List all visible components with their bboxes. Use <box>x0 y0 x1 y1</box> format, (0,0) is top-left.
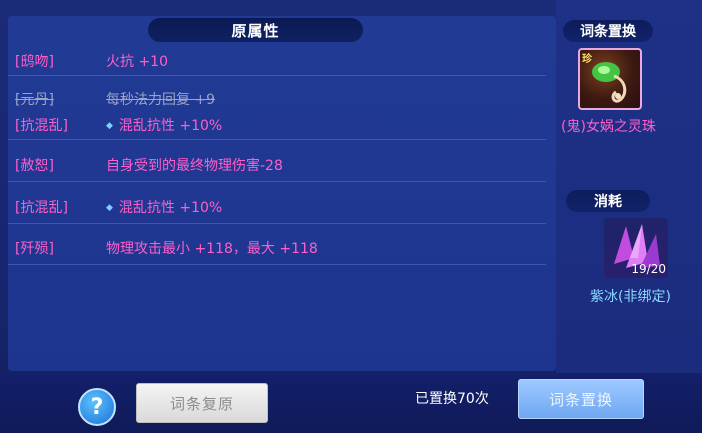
attribute-row-struck: [元丹] 每秒法力回复 +9 <box>8 86 546 112</box>
item-icon[interactable]: 珍 <box>578 48 642 110</box>
attribute-tag: [鸱吻] <box>15 54 54 70</box>
row-divider <box>8 75 546 76</box>
item-name: (鬼)女娲之灵珠 <box>561 119 656 135</box>
attribute-row: [抗混乱] ◆ 混乱抗性 +10% <box>8 190 546 224</box>
row-divider <box>8 181 546 182</box>
attribute-value: 自身受到的最终物理伤害-28 <box>106 158 283 174</box>
panel-header: 原属性 <box>148 18 363 42</box>
panel-title: 原属性 <box>231 21 280 40</box>
replaced-count: 已置换70次 <box>415 391 489 407</box>
row-divider <box>8 223 546 224</box>
replace-section-title: 词条置换 <box>580 24 636 40</box>
attribute-tag: [抗混乱] <box>15 200 68 216</box>
diamond-icon: ◆ <box>106 121 113 131</box>
attribute-tag: [抗混乱] <box>15 118 68 134</box>
attribute-tag: [歼殒] <box>15 241 54 257</box>
attribute-row: [抗混乱] ◆ 混乱抗性 +10% <box>8 110 546 140</box>
row-divider <box>8 139 546 140</box>
row-divider <box>8 264 546 265</box>
attribute-value: 火抗 +10 <box>106 54 168 70</box>
replace-button[interactable]: 词条置换 <box>518 379 644 419</box>
attribute-tag: [赦恕] <box>15 158 54 174</box>
material-icon[interactable]: 19/20 <box>604 218 668 278</box>
attribute-value-wrap: ◆ 混乱抗性 +10% <box>106 197 222 217</box>
rarity-badge: 珍 <box>582 54 592 65</box>
replace-button-label: 词条置换 <box>548 390 613 409</box>
restore-button[interactable]: 词条复原 <box>136 383 268 423</box>
attribute-value: 每秒法力回复 +9 <box>106 92 216 108</box>
attribute-row: [赦恕] 自身受到的最终物理伤害-28 <box>8 148 546 182</box>
diamond-icon: ◆ <box>106 203 113 213</box>
attribute-value: 混乱抗性 +10% <box>118 200 223 216</box>
attribute-value: 物理攻击最小 +118，最大 +118 <box>106 241 318 257</box>
material-name: 紫冰(非绑定) <box>590 289 671 305</box>
cost-section-header: 消耗 <box>566 190 650 212</box>
attribute-value-wrap: ◆ 混乱抗性 +10% <box>106 115 222 135</box>
cost-section-title: 消耗 <box>594 194 622 210</box>
help-icon: ? <box>90 394 104 420</box>
attribute-value: 混乱抗性 +10% <box>118 118 223 134</box>
help-button[interactable]: ? <box>78 388 116 426</box>
replace-section-header: 词条置换 <box>563 20 653 42</box>
attribute-row: [鸱吻] 火抗 +10 <box>8 46 546 76</box>
restore-button-label: 词条复原 <box>169 394 234 413</box>
attribute-tag: [元丹] <box>15 92 54 108</box>
attribute-row: [歼殒] 物理攻击最小 +118，最大 +118 <box>8 231 546 265</box>
material-count: 19/20 <box>631 262 666 276</box>
